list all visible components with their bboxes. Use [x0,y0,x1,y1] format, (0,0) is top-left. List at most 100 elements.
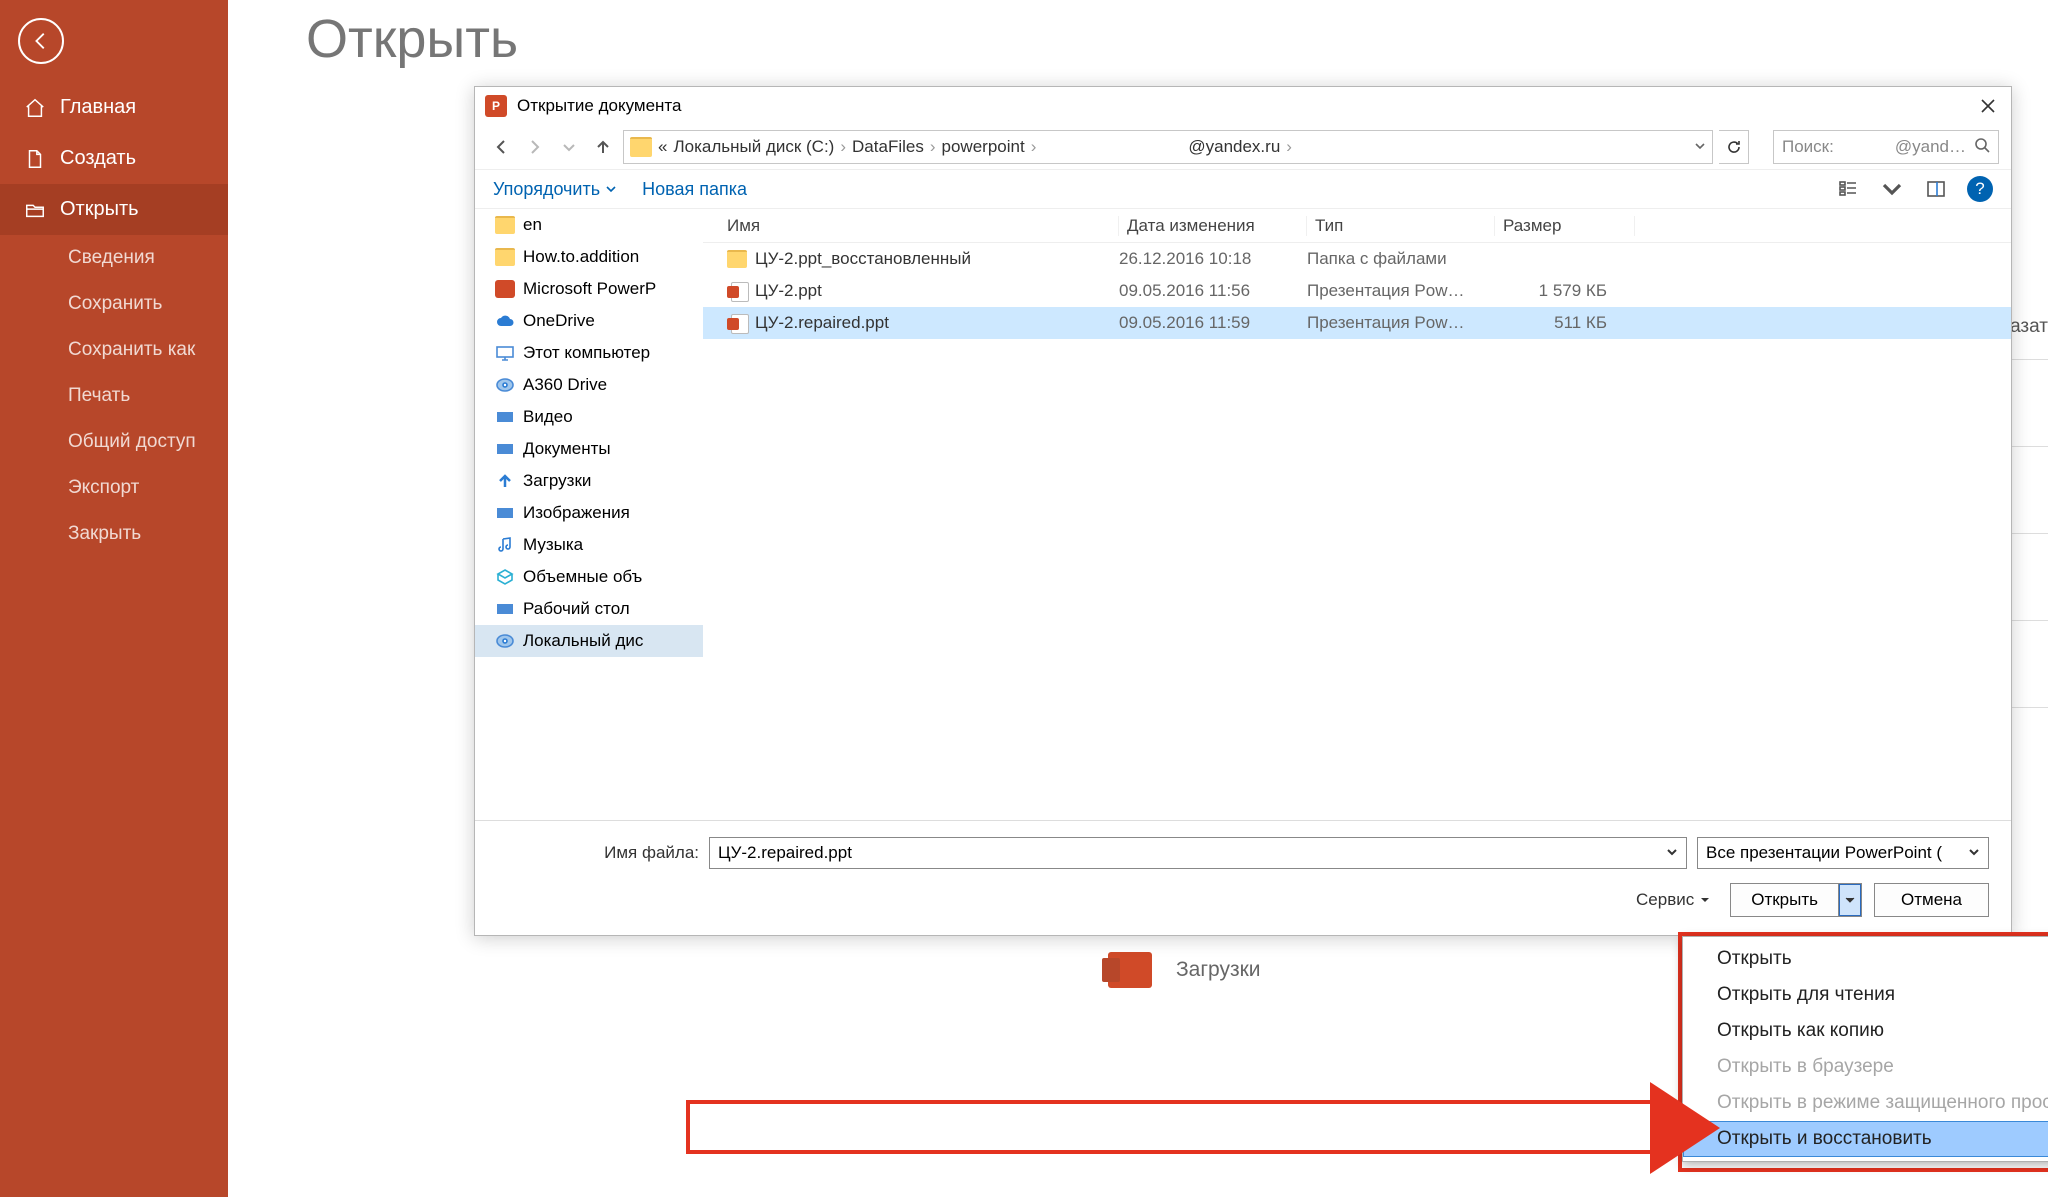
file-name: ЦУ-2.ppt_восстановленный [755,249,971,269]
tree-item[interactable]: Музыка [475,529,703,561]
tree-item-label: A360 Drive [523,375,607,395]
menu-item[interactable]: Открыть и восстановить [1683,1121,2048,1157]
open-dropdown-button[interactable] [1839,884,1861,916]
cloud-icon [495,312,515,330]
new-folder-button[interactable]: Новая папка [642,179,747,200]
disk-icon [495,632,515,650]
tree-item[interactable]: en [475,209,703,241]
chevron-right-icon: › [840,137,846,157]
breadcrumb-seg[interactable]: Локальный диск (C:) [673,137,834,157]
preview-pane-button[interactable] [1923,176,1949,202]
sidebar-sub-print[interactable]: Печать [0,373,228,419]
breadcrumb-seg[interactable]: @yandex.ru [1188,137,1280,157]
search-input[interactable]: Поиск: @yand… [1773,130,1999,164]
breadcrumb-seg[interactable]: « [658,137,667,157]
tree-item[interactable]: Локальный дис [475,625,703,657]
col-size[interactable]: Размер [1495,216,1635,236]
dialog-nav-bar: « Локальный диск (C:) › DataFiles › powe… [475,125,2011,169]
file-name: ЦУ-2.ppt [755,281,822,301]
col-name[interactable]: Имя [703,216,1119,236]
sidebar-sub-close[interactable]: Закрыть [0,511,228,557]
menu-item[interactable]: Открыть [1683,941,2048,977]
tree-item[interactable]: Microsoft PowerP [475,273,703,305]
ppt-icon [727,282,747,300]
tree-item[interactable]: Этот компьютер [475,337,703,369]
tree-item[interactable]: How.to.addition [475,241,703,273]
pc-icon [495,344,515,362]
file-open-dialog: P Открытие документа « Локальный диск (C… [474,86,2012,936]
sidebar-sub-save[interactable]: Сохранить [0,281,228,327]
breadcrumb-seg[interactable]: DataFiles [852,137,924,157]
menu-item[interactable]: Открыть для чтения [1683,977,2048,1013]
file-row[interactable]: ЦУ-2.ppt09.05.2016 11:56Презентация Pow…… [703,275,2011,307]
sidebar-sub-saveas[interactable]: Сохранить как [0,327,228,373]
open-button-label: Открыть [1731,884,1839,916]
file-icon [24,148,46,170]
menu-item[interactable]: Открыть как копию [1683,1013,2048,1049]
file-row[interactable]: ЦУ-2.repaired.ppt09.05.2016 11:59Презент… [703,307,2011,339]
powerpoint-icon: P [485,95,507,117]
sidebar-sub-export[interactable]: Экспорт [0,465,228,511]
file-row[interactable]: ЦУ-2.ppt_восстановленный 26.12.2016 10:18… [703,243,2011,275]
search-hint: @yand… [1895,137,1966,157]
open-split-button[interactable]: Открыть [1730,883,1862,917]
organize-button[interactable]: Упорядочить [493,179,616,200]
menu-item: Открыть в режиме защищенного просмотра [1683,1085,2048,1121]
folder-tree[interactable]: en How.to.addition Microsoft PowerP OneDriv… [475,209,703,820]
nav-up-button[interactable] [589,133,617,161]
chevron-down-icon [1968,843,1980,863]
view-dropdown[interactable] [1879,176,1905,202]
sidebar-create[interactable]: Создать [0,133,228,184]
tree-item[interactable]: Объемные объ [475,561,703,593]
tree-item[interactable]: Документы [475,433,703,465]
cancel-button[interactable]: Отмена [1874,883,1989,917]
sidebar-sub-share[interactable]: Общий доступ [0,419,228,465]
search-icon [1974,137,1990,158]
nav-forward-button[interactable] [521,133,549,161]
breadcrumb-seg[interactable]: powerpoint [942,137,1025,157]
back-button[interactable] [18,18,64,64]
open-options-menu: ОткрытьОткрыть для чтенияОткрыть как коп… [1682,936,2048,1162]
tree-item[interactable]: Рабочий стол [475,593,703,625]
file-type-filter[interactable]: Все презентации PowerPoint ( [1697,837,1989,869]
drive-icon [495,472,515,490]
tree-item-label: Объемные объ [523,567,642,587]
tree-item[interactable]: Загрузки [475,465,703,497]
refresh-button[interactable] [1719,130,1749,164]
hd-icon [495,408,515,426]
file-type: Презентация Pow… [1307,281,1495,301]
file-date: 09.05.2016 11:59 [1119,313,1307,333]
tree-item[interactable]: Изображения [475,497,703,529]
dialog-footer: Имя файла: ЦУ-2.repaired.ppt Все презент… [475,820,2011,935]
tree-item[interactable]: A360 Drive [475,369,703,401]
tree-item-label: en [523,215,542,235]
tree-item-label: Музыка [523,535,583,555]
chevron-down-icon[interactable] [1666,843,1678,863]
tree-item[interactable]: OneDrive [475,305,703,337]
file-type: Презентация Pow… [1307,313,1495,333]
dialog-close-button[interactable] [1975,93,2001,119]
nav-history-button[interactable] [555,133,583,161]
service-menu[interactable]: Сервис [1636,890,1710,910]
breadcrumb-dropdown[interactable] [1694,137,1706,157]
col-date[interactable]: Дата изменения [1119,216,1307,236]
nav-back-button[interactable] [487,133,515,161]
tree-item[interactable]: Видео [475,401,703,433]
sidebar-sub-info[interactable]: Сведения [0,235,228,281]
file-date: 26.12.2016 10:18 [1119,249,1307,269]
main-area: Открыть Дата изменения 11.12.2019 18:54 … [228,0,2048,1197]
sidebar-open[interactable]: Открыть [0,184,228,235]
powerpoint-app-icon [1108,952,1152,988]
col-type[interactable]: Тип [1307,216,1495,236]
tree-item-label: Microsoft PowerP [523,279,656,299]
view-mode-button[interactable] [1835,176,1861,202]
breadcrumb-bar[interactable]: « Локальный диск (C:) › DataFiles › powe… [623,130,1713,164]
sidebar-home[interactable]: Главная [0,82,228,133]
help-button[interactable]: ? [1967,176,1993,202]
filename-input[interactable]: ЦУ-2.repaired.ppt [709,837,1687,869]
folder-icon [495,248,515,266]
bg-downloads-item[interactable]: Загрузки [1108,952,1261,988]
folder-icon [495,216,515,234]
page-title: Открыть [306,8,518,70]
dialog-body: en How.to.addition Microsoft PowerP OneDriv… [475,209,2011,820]
